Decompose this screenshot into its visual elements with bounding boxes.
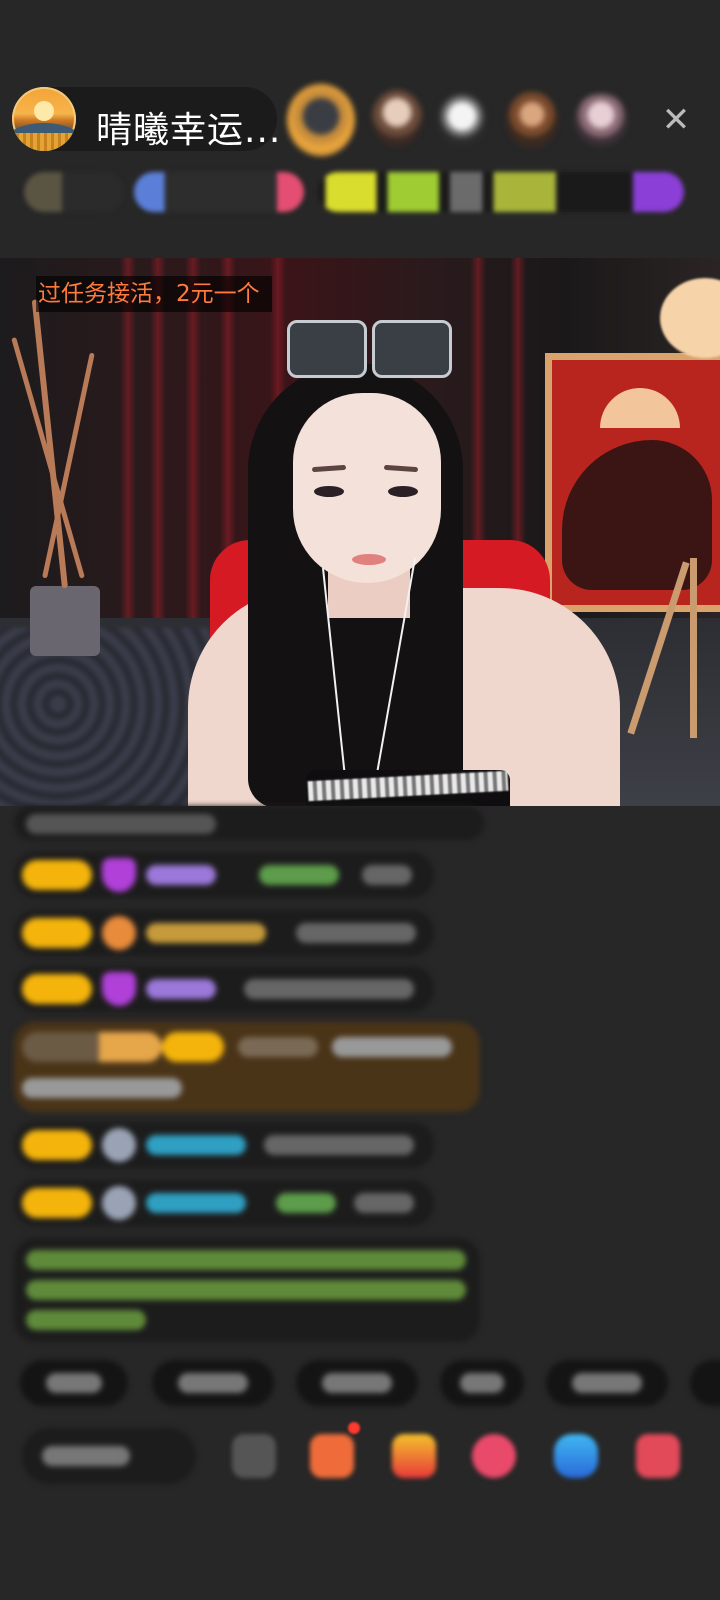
treasure-icon[interactable] (392, 1434, 436, 1478)
quick-reply-chip-1[interactable] (20, 1360, 128, 1406)
quick-reply-chip-4[interactable] (440, 1360, 524, 1406)
live-video[interactable]: 过任务接活，2元一个 (0, 258, 720, 806)
chat-message (14, 1122, 434, 1168)
chat-message (14, 966, 434, 1012)
gift-box-icon[interactable] (232, 1434, 276, 1478)
stream-announcement-text: 过任务接活，2元一个 (36, 276, 272, 312)
chat-message (14, 852, 434, 898)
top-viewer-avatar-1[interactable] (287, 84, 355, 156)
chat-highlight-message (14, 1022, 480, 1112)
system-notice-message (14, 1238, 480, 1342)
game-icon[interactable] (554, 1434, 598, 1478)
quick-reply-chip-2[interactable] (152, 1360, 274, 1406)
top-viewer-avatar-3[interactable] (437, 92, 487, 146)
quick-reply-chip-6[interactable] (690, 1360, 720, 1406)
top-viewer-avatar-5[interactable] (574, 94, 628, 146)
notification-dot-icon (348, 1422, 360, 1434)
bag-icon[interactable] (310, 1434, 354, 1478)
quick-reply-chip-3[interactable] (296, 1360, 418, 1406)
quick-reply-chip-5[interactable] (546, 1360, 668, 1406)
viewer-count-bar[interactable] (134, 172, 304, 212)
chat-message (14, 806, 484, 840)
chat-input[interactable] (22, 1428, 196, 1484)
host-avatar[interactable] (12, 87, 76, 151)
chat-message (14, 1180, 434, 1226)
top-viewer-avatar-4[interactable] (506, 92, 558, 148)
close-icon[interactable]: ✕ (656, 100, 696, 140)
more-gift-icon[interactable] (636, 1434, 680, 1478)
host-name: 晴曦幸运... (96, 110, 282, 151)
host-stats-bar[interactable] (24, 172, 124, 212)
heart-gift-icon[interactable] (472, 1434, 516, 1478)
top-viewer-avatar-2[interactable] (372, 90, 422, 146)
host-info-pill[interactable]: 晴曦幸运... (12, 87, 280, 151)
rank-tags-bar[interactable] (318, 172, 684, 212)
chat-message (14, 910, 434, 956)
